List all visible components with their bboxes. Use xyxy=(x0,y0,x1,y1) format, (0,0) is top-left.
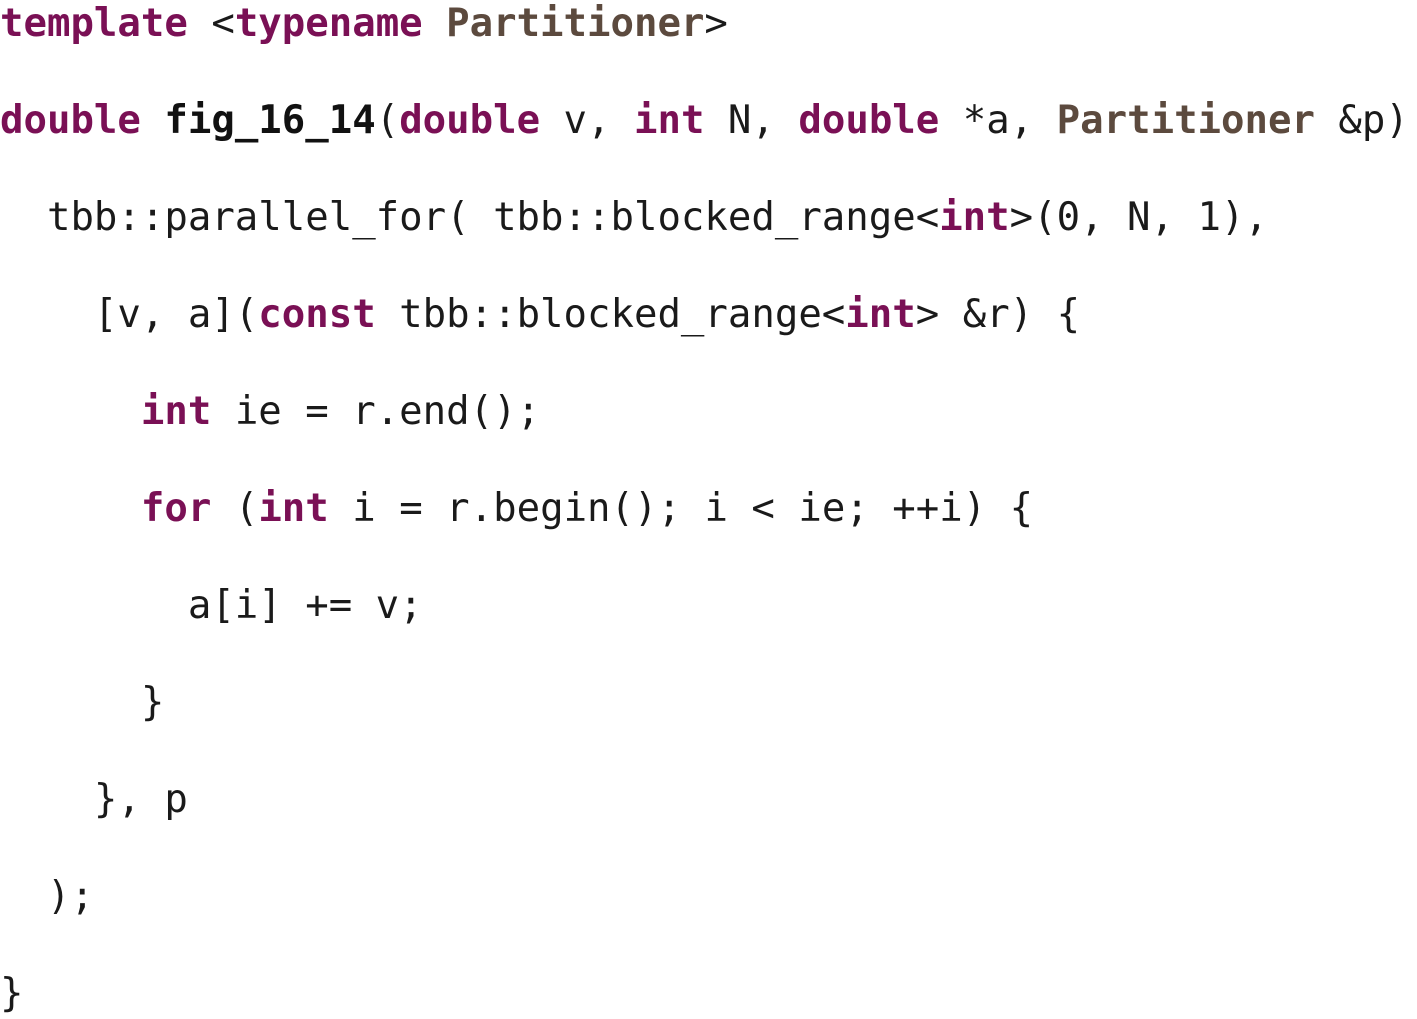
code-text: ); xyxy=(0,874,94,919)
keyword-for: for xyxy=(140,486,212,531)
code-line-4: [v, a](const tbb::blocked_range<int> &r)… xyxy=(0,291,1417,340)
code-line-8: } xyxy=(0,679,1417,728)
code-text: a[i] += v; xyxy=(0,583,423,628)
keyword-int: int xyxy=(939,195,1010,240)
keyword-int: int xyxy=(845,292,916,337)
keyword-typename: typename xyxy=(234,1,423,46)
code-text: tbb::blocked_range< xyxy=(375,292,846,337)
code-text: > &r) { xyxy=(915,292,1081,337)
code-text: ie = r.end(); xyxy=(211,389,541,434)
code-listing: template <typename Partitioner> double f… xyxy=(0,0,1417,1016)
code-text: >(0, N, 1), xyxy=(1009,195,1268,240)
code-text: *a, xyxy=(939,98,1057,143)
code-line-9: }, p xyxy=(0,776,1417,825)
code-text: tbb::parallel_for( tbb::blocked_range< xyxy=(0,195,940,240)
code-text: } xyxy=(0,680,165,725)
code-text: > xyxy=(704,1,728,46)
code-text: &p) { xyxy=(1338,98,1409,143)
code-line-7: a[i] += v; xyxy=(0,582,1417,631)
keyword-double: double xyxy=(0,98,141,143)
code-text: ( xyxy=(375,98,400,143)
code-text: v, xyxy=(540,98,634,143)
code-line-3: tbb::parallel_for( tbb::blocked_range<in… xyxy=(0,194,1417,243)
keyword-const: const xyxy=(258,292,376,337)
code-line-6: for (int i = r.begin(); i < ie; ++i) { xyxy=(0,485,1417,534)
keyword-double: double xyxy=(798,98,940,143)
code-line-5: int ie = r.end(); xyxy=(0,388,1417,437)
code-line-1: template <typename Partitioner> xyxy=(0,0,1417,49)
keyword-double: double xyxy=(399,98,541,143)
code-text: i = r.begin(); i < ie; ++i) { xyxy=(328,486,1034,531)
keyword-int: int xyxy=(258,486,329,531)
keyword-int: int xyxy=(140,389,212,434)
code-text: ( xyxy=(211,486,259,531)
keyword-template: template xyxy=(0,1,188,46)
code-text: < xyxy=(187,1,235,46)
code-text: }, p xyxy=(0,777,188,822)
code-text: N, xyxy=(704,98,799,143)
code-line-11: } xyxy=(0,970,1417,1019)
function-name: fig_16_14 xyxy=(164,98,376,143)
type-partitioner: Partitioner xyxy=(1056,98,1315,143)
code-line-2: double fig_16_14(double v, int N, double… xyxy=(0,97,1417,146)
code-text: [v, a]( xyxy=(0,292,259,337)
keyword-int: int xyxy=(634,98,705,143)
code-line-10: ); xyxy=(0,873,1417,922)
code-text: } xyxy=(0,971,24,1016)
type-partitioner: Partitioner xyxy=(446,1,705,46)
